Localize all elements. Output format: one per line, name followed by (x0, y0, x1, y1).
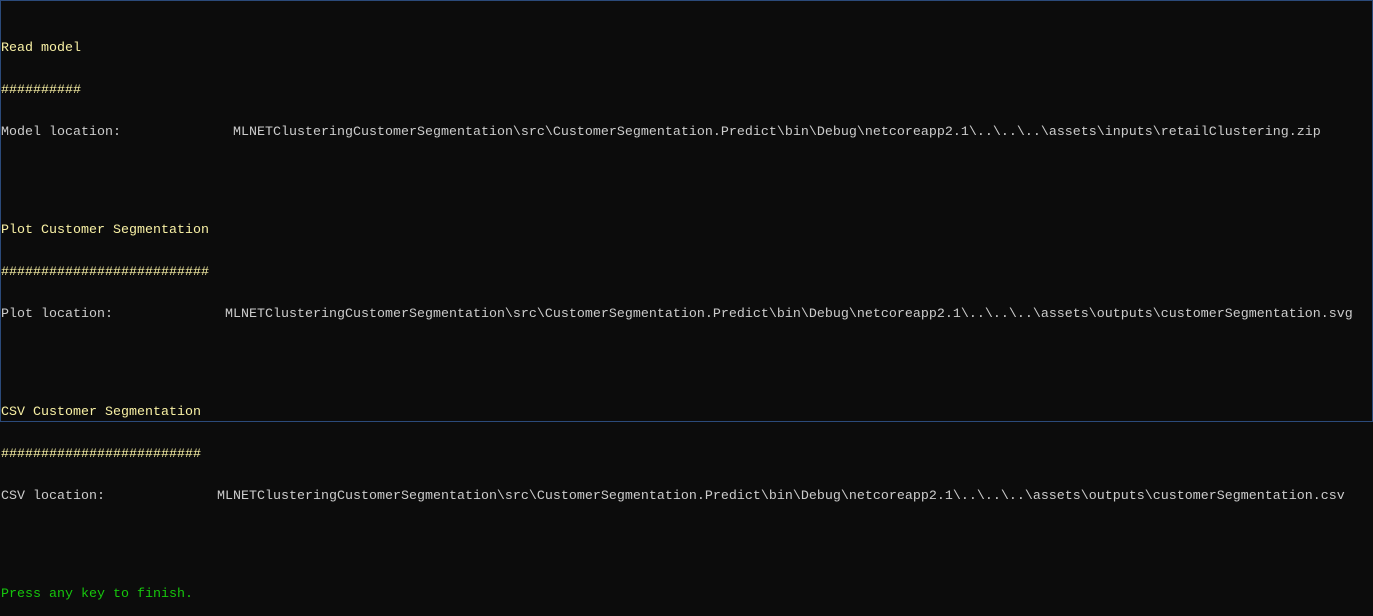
section-heading-plot: Plot Customer Segmentation (1, 223, 209, 238)
plot-location-path: MLNETClusteringCustomerSegmentation\src\… (225, 307, 1353, 322)
console-output: Read model ########## Model location: MLN… (1, 14, 1372, 616)
csv-location-path: MLNETClusteringCustomerSegmentation\src\… (217, 489, 1345, 504)
csv-location-label: CSV location: (1, 489, 105, 504)
press-any-key-message: Press any key to finish. (1, 587, 193, 602)
console-window: { "sections": [ { "heading": "Read model… (0, 0, 1373, 602)
plot-location-line: Plot location: MLNETClusteringCustomerSeg… (1, 308, 1372, 322)
section-heading-read-model: Read model (1, 41, 81, 56)
section-underline: ########################## (1, 265, 209, 280)
section-underline: ########## (1, 83, 81, 98)
model-location-label: Model location: (1, 125, 121, 140)
plot-location-label: Plot location: (1, 307, 113, 322)
model-location-path: MLNETClusteringCustomerSegmentation\src\… (233, 125, 1321, 140)
section-heading-csv: CSV Customer Segmentation (1, 405, 201, 420)
section-underline: ######################### (1, 447, 201, 462)
model-location-line: Model location: MLNETClusteringCustomerSe… (1, 126, 1372, 140)
csv-location-line: CSV location: MLNETClusteringCustomerSegm… (1, 490, 1372, 504)
